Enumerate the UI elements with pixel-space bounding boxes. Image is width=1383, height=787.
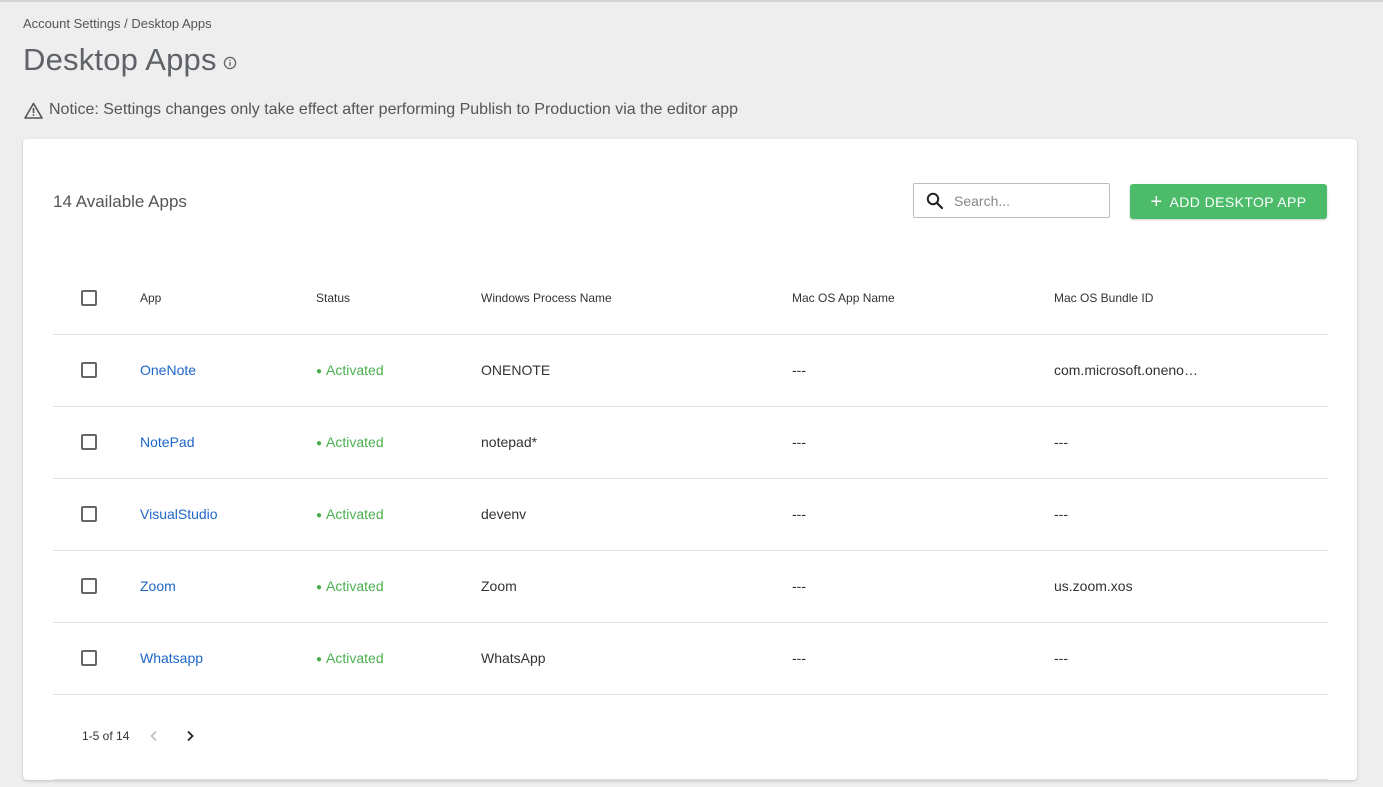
notice-text: Notice: Settings changes only take effec… [49,101,738,118]
table-row: Whatsapp ● Activated WhatsApp --- --- [53,622,1328,695]
table-row: Zoom ● Activated Zoom --- us.zoom.xos [53,550,1328,623]
pagination-range: 1-5 of 14 [82,729,130,743]
header-mac-os-bundle-id[interactable]: Mac OS Bundle ID [1054,262,1328,335]
status-text: Activated [326,506,384,522]
row-checkbox[interactable] [81,650,97,666]
app-link[interactable]: NotePad [140,434,194,450]
mac-app-name-cell: --- [792,550,1054,623]
status-text: Activated [326,578,384,594]
status-cell: ● Activated [316,622,481,695]
status-text: Activated [326,434,384,450]
row-checkbox[interactable] [81,578,97,594]
header-status[interactable]: Status [316,262,481,335]
top-divider [0,0,1383,2]
status-dot-icon: ● [316,438,323,449]
windows-process-cell: ONENOTE [481,334,792,407]
search-input[interactable] [954,192,1094,209]
mac-bundle-id-cell: --- [1054,406,1328,479]
available-apps-count: 14 Available Apps [53,192,187,211]
header-mac-os-app-name[interactable]: Mac OS App Name [792,262,1054,335]
plus-icon: + [1150,190,1163,213]
search-icon [926,192,944,209]
mac-app-name-cell: --- [792,622,1054,695]
select-all-cell [53,262,140,335]
header-windows-process-name[interactable]: Windows Process Name [481,262,792,335]
title-row: Desktop Apps [23,42,237,78]
windows-process-cell: devenv [481,478,792,551]
app-link[interactable]: Zoom [140,578,176,594]
app-cell: OneNote [140,334,316,407]
row-select-cell [53,478,140,551]
table-header-row: App Status Windows Process Name Mac OS A… [53,262,1328,335]
page-title: Desktop Apps [23,42,217,77]
row-select-cell [53,406,140,479]
header-app[interactable]: App [140,262,316,335]
row-checkbox[interactable] [81,362,97,378]
status-cell: ● Activated [316,550,481,623]
status-text: Activated [326,362,384,378]
mac-bundle-id-cell: --- [1054,622,1328,695]
mac-bundle-id-cell: com.microsoft.oneno… [1054,334,1328,407]
chevron-right-icon[interactable] [185,730,195,742]
card-bottom-divider [53,779,1328,780]
status-text: Activated [326,650,384,666]
info-icon[interactable] [223,56,237,70]
status-dot-icon: ● [316,366,323,377]
breadcrumb: Account Settings / Desktop Apps [23,16,212,31]
windows-process-cell: Zoom [481,550,792,623]
mac-bundle-id-cell: --- [1054,478,1328,551]
app-cell: Zoom [140,550,316,623]
app-link[interactable]: OneNote [140,362,196,378]
windows-process-cell: WhatsApp [481,622,792,695]
search-box[interactable] [913,183,1110,218]
app-link[interactable]: Whatsapp [140,650,203,666]
pagination: 1-5 of 14 [82,729,195,743]
status-cell: ● Activated [316,478,481,551]
status-cell: ● Activated [316,334,481,407]
add-desktop-app-label: ADD DESKTOP APP [1169,193,1307,210]
app-link[interactable]: VisualStudio [140,506,218,522]
app-cell: VisualStudio [140,478,316,551]
mac-app-name-cell: --- [792,406,1054,479]
select-all-checkbox[interactable] [81,289,97,306]
status-cell: ● Activated [316,406,481,479]
table-row: VisualStudio ● Activated devenv --- --- [53,478,1328,551]
row-select-cell [53,622,140,695]
apps-table: App Status Windows Process Name Mac OS A… [53,262,1328,695]
status-dot-icon: ● [316,510,323,521]
add-desktop-app-button[interactable]: + ADD DESKTOP APP [1130,184,1327,219]
table-row: NotePad ● Activated notepad* --- --- [53,406,1328,479]
mac-app-name-cell: --- [792,334,1054,407]
app-cell: NotePad [140,406,316,479]
apps-card: 14 Available Apps + ADD DESKTOP APP App … [23,139,1357,780]
app-cell: Whatsapp [140,622,316,695]
row-checkbox[interactable] [81,506,97,522]
notice-banner: Notice: Settings changes only take effec… [24,101,738,119]
windows-process-cell: notepad* [481,406,792,479]
row-checkbox[interactable] [81,434,97,450]
status-dot-icon: ● [316,654,323,665]
warning-icon [24,102,43,119]
mac-bundle-id-cell: us.zoom.xos [1054,550,1328,623]
chevron-left-icon[interactable] [149,730,159,742]
row-select-cell [53,334,140,407]
mac-app-name-cell: --- [792,478,1054,551]
status-dot-icon: ● [316,582,323,593]
row-select-cell [53,550,140,623]
table-row: OneNote ● Activated ONENOTE --- com.micro… [53,334,1328,407]
